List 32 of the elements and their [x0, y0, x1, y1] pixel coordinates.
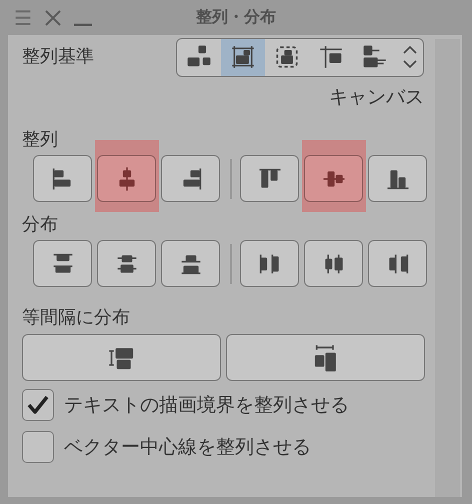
close-icon[interactable] [45, 10, 61, 26]
section-label: 等間隔に分布 [22, 307, 130, 328]
checkbox-label[interactable]: ベクター中心線を整列させる [64, 434, 311, 460]
section-label: 整列 [22, 129, 58, 150]
align-button[interactable] [368, 155, 427, 202]
align-button[interactable] [240, 155, 299, 202]
align-button[interactable] [161, 240, 220, 287]
checkbox[interactable] [22, 389, 54, 421]
chevron-up-down-icon [402, 44, 418, 70]
align-button[interactable] [97, 155, 156, 202]
align-button[interactable] [97, 240, 156, 287]
align-button[interactable] [33, 240, 92, 287]
spacing-button[interactable] [226, 334, 425, 381]
align-button[interactable] [33, 155, 92, 202]
guide-lines-icon [362, 44, 388, 70]
align-button[interactable] [161, 155, 220, 202]
align-button[interactable] [304, 155, 363, 202]
section-label: 整列基準 [22, 46, 94, 68]
line-boxes-icon [318, 44, 344, 70]
check-icon [26, 393, 50, 417]
spacing-button[interactable] [22, 334, 221, 381]
align-button[interactable] [368, 240, 427, 287]
dashed-frame-icon [274, 44, 300, 70]
basis-value: キャンバス [329, 85, 424, 109]
align-button[interactable] [304, 240, 363, 287]
checkbox-label[interactable]: テキストの描画境界を整列させる [64, 392, 349, 418]
framed-boxes-icon [230, 44, 256, 70]
checkbox[interactable] [22, 431, 54, 463]
section-label: 分布 [22, 214, 58, 235]
align-button[interactable] [240, 240, 299, 287]
window-title: 整列・分布 [196, 7, 276, 26]
basis-option[interactable] [221, 38, 265, 76]
